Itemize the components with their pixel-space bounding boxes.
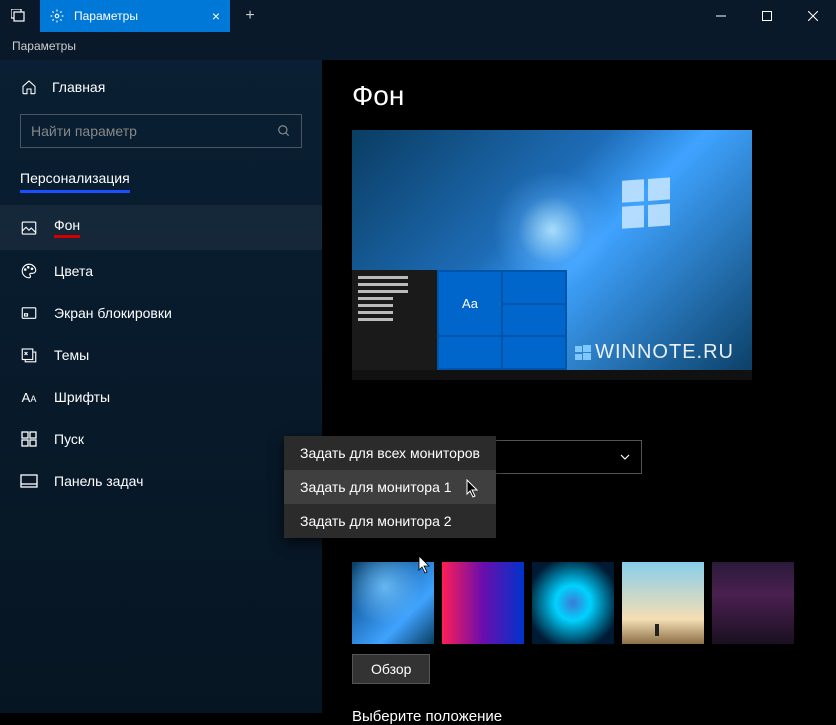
sidebar-item-label: Пуск [54,431,84,447]
sidebar-item-label: Цвета [54,263,93,279]
thumbnail-3[interactable] [532,562,614,644]
context-item-monitor-2[interactable]: Задать для монитора 2 [284,504,496,538]
start-icon [20,430,38,448]
sidebar-item-label: Шрифты [54,389,110,405]
cursor-icon [466,479,480,499]
search-placeholder: Найти параметр [31,123,277,139]
new-tab-button[interactable]: + [230,0,270,32]
preview-tiles: Aa [437,270,567,370]
category-header: Персонализация [20,170,130,193]
context-menu: Задать для всех мониторов Задать для мон… [284,436,496,538]
taskbar-icon [20,472,38,490]
tab-label: Параметры [74,9,138,23]
browse-button[interactable]: Обзор [352,654,430,684]
chevron-down-icon [619,451,631,463]
sidebar-item-background[interactable]: Фон [0,205,322,250]
sidebar-item-colors[interactable]: Цвета [0,250,322,292]
minimize-button[interactable] [698,0,744,32]
titlebar: Параметры × + [0,0,836,32]
sidebar-item-label: Экран блокировки [54,305,172,321]
cursor-icon [418,555,432,575]
sidebar-item-start[interactable]: Пуск [0,418,322,460]
sidebar-item-taskbar[interactable]: Панель задач [0,460,322,502]
home-label: Главная [52,79,105,95]
app-name-label: Параметры [12,39,76,53]
maximize-button[interactable] [744,0,790,32]
picture-icon [20,219,38,237]
background-preview: Aa WINNOTE.RU [352,130,752,380]
close-button[interactable] [790,0,836,32]
palette-icon [20,262,38,280]
watermark: WINNOTE.RU [575,341,734,364]
tab-settings[interactable]: Параметры × [40,0,230,32]
tab-close-icon[interactable]: × [212,8,220,24]
home-icon [20,78,38,96]
sidebar-item-lockscreen[interactable]: Экран блокировки [0,292,322,334]
sidebar: Главная Найти параметр Персонализация Фо… [0,60,322,713]
thumbnail-4[interactable] [622,562,704,644]
thumbnail-2[interactable] [442,562,524,644]
app-name-bar: Параметры [0,32,836,60]
position-label: Выберите положение [352,708,806,725]
search-input[interactable]: Найти параметр [20,114,302,148]
preview-tile-aa: Aa [439,272,501,335]
context-item-all-monitors[interactable]: Задать для всех мониторов [284,436,496,470]
sidebar-item-label: Фон [54,217,80,238]
sidebar-item-themes[interactable]: Темы [0,334,322,376]
preview-startmenu [352,270,437,370]
page-title: Фон [352,80,806,112]
lockscreen-icon [20,304,38,322]
windows-logo-graphic [622,180,672,230]
context-item-monitor-1[interactable]: Задать для монитора 1 [284,470,496,504]
sidebar-item-label: Темы [54,347,89,363]
sidebar-item-fonts[interactable]: AA Шрифты [0,376,322,418]
content-area: Фон Aa WINNOTE.RU [322,60,836,713]
search-icon [277,124,291,138]
home-link[interactable]: Главная [20,78,302,96]
sidebar-item-label: Панель задач [54,473,143,489]
task-view-icon[interactable] [0,0,38,32]
thumbnail-5[interactable] [712,562,794,644]
themes-icon [20,346,38,364]
gear-icon [50,9,64,23]
fonts-icon: AA [20,388,38,406]
